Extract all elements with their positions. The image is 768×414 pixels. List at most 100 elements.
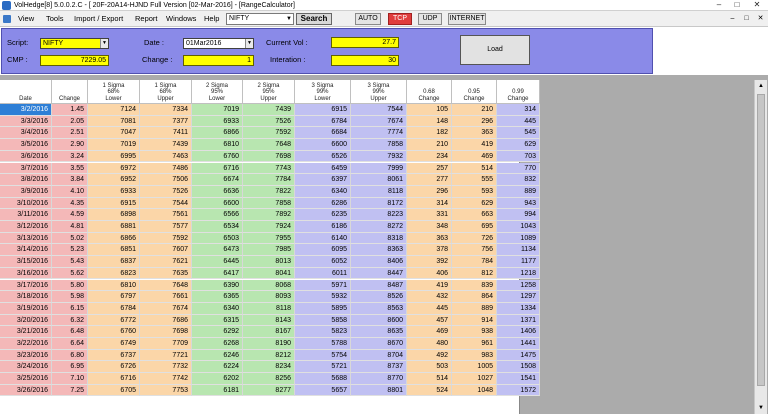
mode-auto-button[interactable]: AUTO <box>355 13 381 25</box>
cell-sigma3-upper[interactable]: 8363 <box>351 244 407 257</box>
cell-sigma2-upper[interactable]: 7784 <box>243 174 295 186</box>
cell-sigma1-upper[interactable]: 7463 <box>140 150 192 163</box>
cell-sigma2-upper[interactable]: 7439 <box>243 104 295 116</box>
cell-change-095[interactable]: 1048 <box>452 384 497 397</box>
cell-sigma1-lower[interactable]: 6995 <box>88 150 140 163</box>
cell-sigma1-upper[interactable]: 7635 <box>140 267 192 280</box>
cell-sigma2-lower[interactable]: 6534 <box>192 221 243 233</box>
cell-change-095[interactable]: 864 <box>452 291 497 303</box>
cell-sigma2-upper[interactable]: 7743 <box>243 162 295 175</box>
cell-change-099[interactable]: 943 <box>497 197 540 210</box>
cell-sigma1-lower[interactable]: 6972 <box>88 162 140 175</box>
table-row[interactable]: 3/4/2016 2.51 7047 7411 6866 7592 6684 7774 182 3… <box>0 127 540 140</box>
cell-change-068[interactable]: 524 <box>407 384 452 397</box>
cell-change-099[interactable]: 889 <box>497 185 540 198</box>
cell-sigma1-upper[interactable]: 7621 <box>140 256 192 268</box>
cell-change-099[interactable]: 1089 <box>497 232 540 245</box>
cell-sigma2-lower[interactable]: 6810 <box>192 139 243 151</box>
cell-change-068[interactable]: 296 <box>407 185 452 198</box>
cell-date[interactable]: 3/23/2016 <box>0 349 52 362</box>
cell-change-099[interactable]: 1334 <box>497 302 540 315</box>
cell-sigma3-lower[interactable]: 6286 <box>295 197 351 210</box>
table-row[interactable]: 3/2/2016 1.45 7124 7334 7019 7439 6915 7544 105 2… <box>0 104 540 116</box>
cell-sigma3-upper[interactable]: 8487 <box>351 279 407 292</box>
cell-sigma3-upper[interactable]: 8447 <box>351 267 407 280</box>
cell-change[interactable]: 4.35 <box>52 197 88 210</box>
cell-date[interactable]: 3/4/2016 <box>0 127 52 140</box>
cell-change-068[interactable]: 257 <box>407 162 452 175</box>
cell-sigma3-upper[interactable]: 8172 <box>351 197 407 210</box>
cell-sigma1-upper[interactable]: 7709 <box>140 338 192 350</box>
cell-date[interactable]: 3/15/2016 <box>0 256 52 268</box>
cell-date[interactable]: 3/8/2016 <box>0 174 52 186</box>
cell-date[interactable]: 3/9/2016 <box>0 185 52 198</box>
cell-sigma2-lower[interactable]: 6268 <box>192 338 243 350</box>
cell-sigma1-lower[interactable]: 6952 <box>88 174 140 186</box>
close-icon[interactable]: ✕ <box>750 0 764 11</box>
cell-sigma3-upper[interactable]: 8061 <box>351 174 407 186</box>
cell-sigma2-lower[interactable]: 6636 <box>192 185 243 198</box>
cell-sigma1-upper[interactable]: 7377 <box>140 115 192 128</box>
cell-sigma3-upper[interactable]: 7774 <box>351 127 407 140</box>
change-field[interactable]: 1 <box>183 55 254 66</box>
cell-change-099[interactable]: 629 <box>497 139 540 151</box>
cell-sigma2-upper[interactable]: 8041 <box>243 267 295 280</box>
maximize-icon[interactable]: □ <box>730 0 744 11</box>
cell-date[interactable]: 3/11/2016 <box>0 209 52 221</box>
table-row[interactable]: 3/13/2016 5.02 6866 7592 6503 7955 6140 8318 363… <box>0 232 540 245</box>
cell-change[interactable]: 5.43 <box>52 256 88 268</box>
cell-sigma2-lower[interactable]: 6292 <box>192 326 243 338</box>
cell-change[interactable]: 5.80 <box>52 279 88 292</box>
column-header-change-068[interactable]: 0.68 Change <box>407 80 452 104</box>
cell-change-095[interactable]: 812 <box>452 267 497 280</box>
cell-sigma3-lower[interactable]: 6052 <box>295 256 351 268</box>
cell-change-068[interactable]: 378 <box>407 244 452 257</box>
cell-change[interactable]: 1.45 <box>52 104 88 116</box>
table-row[interactable]: 3/5/2016 2.90 7019 7439 6810 7648 6600 7858 210 4… <box>0 139 540 151</box>
cell-sigma3-lower[interactable]: 6915 <box>295 104 351 116</box>
cell-change-095[interactable]: 839 <box>452 279 497 292</box>
cell-sigma3-upper[interactable]: 8600 <box>351 314 407 327</box>
cell-change-099[interactable]: 314 <box>497 104 540 116</box>
scroll-up-icon[interactable]: ▲ <box>755 80 767 92</box>
cell-sigma3-lower[interactable]: 5971 <box>295 279 351 292</box>
table-row[interactable]: 3/23/2016 6.80 6737 7721 6246 8212 5754 8704 492… <box>0 349 540 362</box>
cell-change-068[interactable]: 234 <box>407 150 452 163</box>
cell-change-099[interactable]: 1475 <box>497 349 540 362</box>
menu-help[interactable]: Help <box>204 14 219 24</box>
cell-sigma1-upper[interactable]: 7506 <box>140 174 192 186</box>
cell-sigma2-upper[interactable]: 8068 <box>243 279 295 292</box>
table-row[interactable]: 3/26/2016 7.25 6705 7753 6181 8277 5657 8801 524… <box>0 384 540 397</box>
cell-sigma2-upper[interactable]: 7924 <box>243 221 295 233</box>
cell-change-068[interactable]: 480 <box>407 338 452 350</box>
column-header-change-099[interactable]: 0.99 Change <box>497 80 540 104</box>
cell-change[interactable]: 4.81 <box>52 221 88 233</box>
cell-sigma3-upper[interactable]: 8272 <box>351 221 407 233</box>
cell-change-068[interactable]: 419 <box>407 279 452 292</box>
vertical-scrollbar[interactable]: ▲ ▼ <box>754 80 767 414</box>
cell-change-068[interactable]: 432 <box>407 291 452 303</box>
cell-sigma3-lower[interactable]: 6235 <box>295 209 351 221</box>
menu-view[interactable]: View <box>18 14 34 24</box>
cell-date[interactable]: 3/20/2016 <box>0 314 52 327</box>
cell-sigma3-lower[interactable]: 6095 <box>295 244 351 257</box>
cell-sigma3-lower[interactable]: 5858 <box>295 314 351 327</box>
table-row[interactable]: 3/14/2016 5.23 6851 7607 6473 7985 6095 8363 378… <box>0 244 540 257</box>
table-row[interactable]: 3/22/2016 6.64 6749 7709 6268 8190 5788 8670 480… <box>0 338 540 350</box>
search-button[interactable]: Search <box>296 13 332 25</box>
cell-sigma3-upper[interactable]: 7544 <box>351 104 407 116</box>
date-picker[interactable]: 01Mar2016 ▼ <box>183 38 254 49</box>
cell-sigma1-lower[interactable]: 6898 <box>88 209 140 221</box>
table-row[interactable]: 3/7/2016 3.55 6972 7486 6716 7743 6459 7999 257 5… <box>0 162 540 175</box>
cell-sigma3-upper[interactable]: 8118 <box>351 185 407 198</box>
cell-sigma3-lower[interactable]: 5657 <box>295 384 351 397</box>
cell-change[interactable]: 5.02 <box>52 232 88 245</box>
cell-sigma2-lower[interactable]: 6365 <box>192 291 243 303</box>
cell-sigma3-upper[interactable]: 8635 <box>351 326 407 338</box>
cell-sigma1-upper[interactable]: 7742 <box>140 373 192 385</box>
cell-sigma3-upper[interactable]: 8223 <box>351 209 407 221</box>
table-row[interactable]: 3/19/2016 6.15 6784 7674 6340 8118 5895 8563 445… <box>0 302 540 315</box>
cell-sigma3-lower[interactable]: 6600 <box>295 139 351 151</box>
cell-sigma2-upper[interactable]: 7892 <box>243 209 295 221</box>
cell-sigma3-lower[interactable]: 6011 <box>295 267 351 280</box>
